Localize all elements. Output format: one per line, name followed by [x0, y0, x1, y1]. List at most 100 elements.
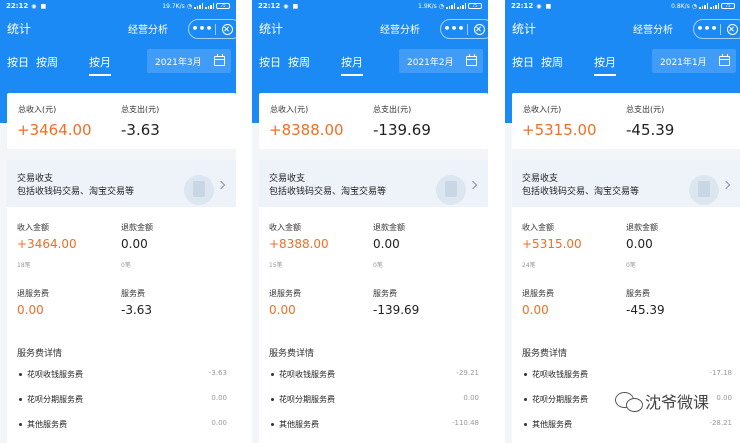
tab-by-week[interactable]: 按周: [541, 54, 563, 70]
refund-amount-value: 0.00: [626, 237, 653, 251]
bullet-icon: [271, 373, 274, 376]
tab-by-day[interactable]: 按日: [512, 54, 534, 70]
fee-item: 花呗分期服务费 0.00: [269, 394, 479, 406]
banner-title: 交易收支: [522, 174, 559, 184]
total-income-label: 总收入(元): [18, 105, 57, 114]
signal-icon-2: [710, 3, 719, 9]
income-amount-label: 收入金额: [17, 223, 49, 232]
banner-title: 交易收支: [269, 174, 306, 184]
fee-item-name: 花呗分期服务费: [532, 395, 588, 404]
status-bar: 22:12 ◉ ■ 0.8K/s ◔ 75: [505, 0, 740, 12]
tab-by-month[interactable]: 按月: [594, 54, 616, 76]
bill-icon: [436, 175, 466, 205]
income-amount-value: +8388.00: [269, 237, 329, 251]
fee-detail-title: 服务费详情: [17, 349, 63, 359]
total-income-value: +3464.00: [17, 121, 92, 139]
fee-detail-title: 服务费详情: [269, 349, 315, 359]
income-amount-label: 收入金额: [522, 223, 554, 232]
more-icon[interactable]: •••: [694, 23, 720, 34]
calendar-icon: [214, 54, 225, 66]
transaction-banner[interactable]: 交易收支 包括收钱码交易、淘宝交易等: [512, 160, 740, 207]
fee-item-amount: -28.21: [709, 419, 732, 427]
income-amount-value: +3464.00: [17, 237, 77, 251]
fee-item: 花呗收钱服务费 -29.21: [269, 369, 479, 381]
fee-item-amount: -3.63: [208, 369, 227, 377]
date-picker[interactable]: 2021年3月: [147, 49, 231, 73]
summary-card: 总收入(元) +5315.00 总支出(元) -45.39: [512, 93, 740, 149]
income-count: 15笔: [269, 262, 283, 269]
screenshot-panel: 22:12 ◉ ■ 0.8K/s ◔ 75 统计 经营分析 ••• 按日 按周 …: [505, 0, 740, 443]
close-icon[interactable]: [222, 23, 233, 35]
calendar-icon: [466, 54, 477, 66]
fee-item-name: 其他服务费: [279, 420, 319, 429]
fee-item-name: 花呗分期服务费: [279, 395, 335, 404]
battery-icon: 75: [216, 3, 230, 9]
income-count: 24笔: [522, 262, 536, 269]
date-picker[interactable]: 2021年2月: [399, 49, 483, 73]
total-expense-value: -45.39: [626, 121, 675, 139]
fee-item: 其他服务费 0.00: [17, 419, 227, 431]
nav-center-title: 经营分析: [128, 25, 168, 36]
fee-item-amount: 0.00: [211, 419, 227, 427]
status-time: 22:12: [258, 2, 281, 10]
period-tabs: 按日 按周 按月 2021年1月: [505, 45, 740, 79]
refund-amount-label: 退款金额: [373, 223, 405, 232]
tab-by-month[interactable]: 按月: [89, 54, 111, 76]
refund-fee-label: 退服务费: [522, 289, 554, 298]
screenshot-panel: 22:12 ◉ ■ 1.9K/s ◔ 75 统计 经营分析 ••• 按日 按周 …: [252, 0, 488, 443]
date-picker[interactable]: 2021年1月: [652, 49, 736, 73]
refund-amount-value: 0.00: [373, 237, 400, 251]
total-expense-value: -3.63: [121, 121, 160, 139]
fee-item-amount: 0.00: [211, 394, 227, 402]
fee-item: 其他服务费 -28.21: [522, 419, 732, 431]
transaction-card: 交易收支 包括收钱码交易、淘宝交易等 收入金额 +3464.00 18笔 退款金…: [7, 160, 236, 443]
bullet-icon: [524, 423, 527, 426]
fee-item-name: 花呗收钱服务费: [279, 370, 335, 379]
close-icon[interactable]: [474, 23, 485, 35]
chevron-right-icon: [468, 180, 478, 190]
total-expense-value: -139.69: [373, 121, 431, 139]
banner-subtitle: 包括收钱码交易、淘宝交易等: [17, 187, 135, 197]
refund-count: 0笔: [626, 262, 636, 269]
status-bar: 22:12 ◉ ■ 1.9K/s ◔ 75: [252, 0, 488, 12]
miniapp-capsule: •••: [440, 19, 488, 39]
period-tabs: 按日 按周 按月 2021年2月: [252, 45, 488, 79]
bullet-icon: [19, 373, 22, 376]
page-title: 统计: [259, 22, 284, 36]
service-fee-label: 服务费: [626, 289, 650, 298]
refund-amount-label: 退款金额: [121, 223, 153, 232]
fee-item-name: 花呗收钱服务费: [27, 370, 83, 379]
tab-by-week[interactable]: 按周: [288, 54, 310, 70]
status-time: 22:12: [6, 2, 29, 10]
panel-gap: [489, 0, 505, 443]
period-tabs: 按日 按周 按月 2021年3月: [0, 45, 236, 79]
capsule-divider: [215, 23, 216, 35]
more-icon[interactable]: •••: [189, 23, 215, 34]
tab-by-day[interactable]: 按日: [7, 54, 29, 70]
service-fee-value: -139.69: [373, 303, 420, 317]
transaction-banner[interactable]: 交易收支 包括收钱码交易、淘宝交易等: [259, 160, 488, 207]
tab-by-day[interactable]: 按日: [259, 54, 281, 70]
transaction-banner[interactable]: 交易收支 包括收钱码交易、淘宝交易等: [7, 160, 236, 207]
service-fee-value: -3.63: [121, 303, 153, 317]
refund-count: 0笔: [373, 262, 383, 269]
wechat-icon: [615, 390, 645, 412]
transaction-card: 交易收支 包括收钱码交易、淘宝交易等 收入金额 +8388.00 15笔 退款金…: [259, 160, 488, 443]
watermark-text: 沈爷微课: [645, 393, 710, 412]
banner-title: 交易收支: [17, 174, 54, 184]
banner-subtitle: 包括收钱码交易、淘宝交易等: [269, 187, 387, 197]
tab-by-week[interactable]: 按周: [36, 54, 58, 70]
refund-fee-label: 退服务费: [269, 289, 301, 298]
tab-by-month[interactable]: 按月: [341, 54, 363, 76]
income-amount-value: +5315.00: [522, 237, 582, 251]
total-expense-label: 总支出(元): [373, 105, 412, 114]
refund-fee-value: 0.00: [269, 303, 296, 317]
nav-center-title: 经营分析: [633, 25, 673, 36]
signal-icon: [194, 3, 203, 9]
fee-item-name: 花呗分期服务费: [27, 395, 83, 404]
close-icon[interactable]: [727, 23, 738, 35]
more-icon[interactable]: •••: [441, 23, 467, 34]
status-time: 22:12: [511, 2, 534, 10]
fee-item-name: 其他服务费: [532, 420, 572, 429]
signal-icon-2: [205, 3, 214, 9]
